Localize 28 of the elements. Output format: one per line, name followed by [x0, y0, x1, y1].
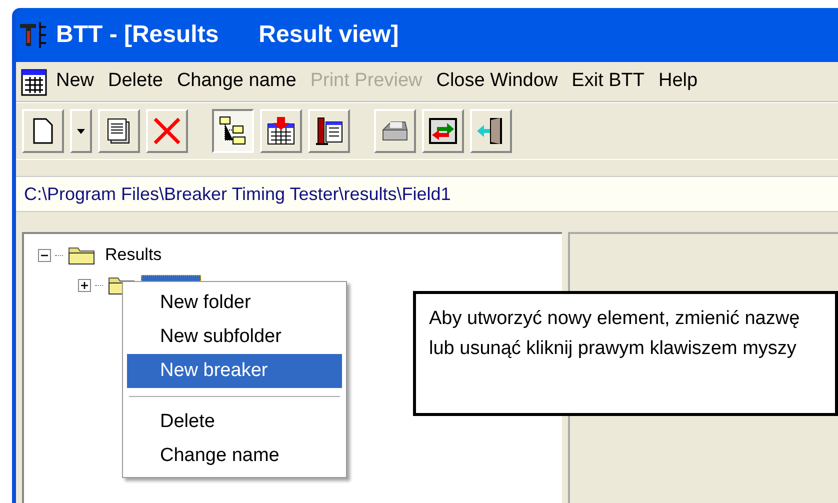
expand-toggle[interactable] [78, 278, 91, 292]
menu-item[interactable]: Help [652, 67, 704, 96]
caret-icon [77, 128, 85, 134]
breaker-table-icon [314, 116, 344, 146]
menu-item[interactable]: Change name [170, 67, 302, 96]
close-icon [152, 116, 182, 146]
context-menu-item[interactable]: New breaker [127, 354, 342, 388]
collapse-toggle[interactable] [38, 248, 51, 262]
menu-item[interactable]: Close Window [430, 67, 564, 96]
menu-item[interactable]: Delete [102, 67, 169, 96]
document-icon [33, 118, 53, 144]
path-field[interactable]: C:\Program Files\Breaker Timing Tester\results\Field1 [16, 176, 838, 212]
menu-item[interactable]: New [50, 67, 100, 96]
window-title: BTT - [Results Result view] [56, 20, 399, 50]
toolbar-button[interactable] [212, 109, 254, 153]
context-menu-item[interactable]: Delete [127, 405, 342, 439]
calendar-icon [20, 66, 48, 96]
context-menu-item[interactable]: Change name [127, 439, 342, 473]
context-menu-item[interactable]: New subfolder [127, 320, 342, 354]
menu-item[interactable]: Exit BTT [566, 67, 651, 96]
context-menu-item[interactable]: New folder [127, 286, 342, 320]
hint-text: Aby utworzyć nowy element, zmienić nazwę lub usunąć kliknij prawym klawiszem myszy [429, 307, 801, 361]
plus-icon [80, 280, 89, 290]
exchange-arrows-icon [429, 118, 457, 144]
calendar-arrow-icon [266, 116, 296, 146]
tree-item[interactable]: Results [101, 242, 166, 268]
folder-tree-icon [219, 116, 247, 146]
document-list-icon [107, 118, 131, 144]
